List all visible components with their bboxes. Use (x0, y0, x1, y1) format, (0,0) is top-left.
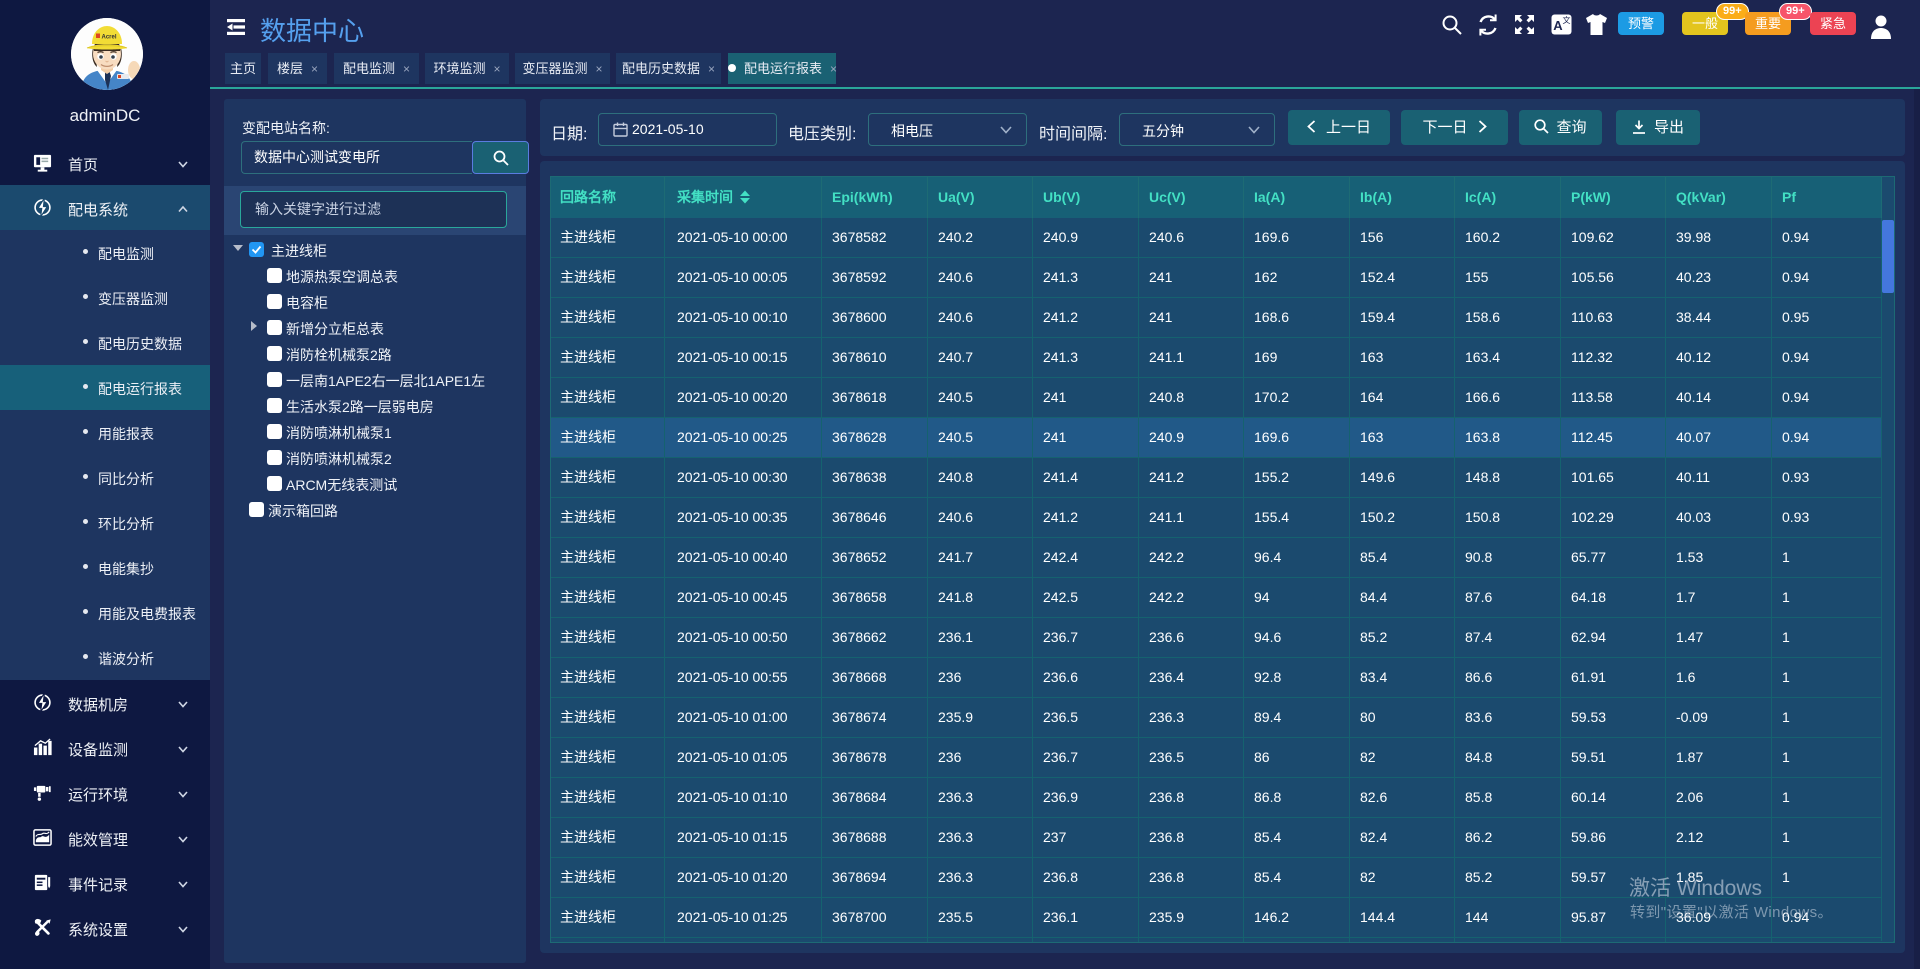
svg-text:Acrel: Acrel (101, 35, 116, 41)
svg-text:文: 文 (1563, 15, 1571, 25)
